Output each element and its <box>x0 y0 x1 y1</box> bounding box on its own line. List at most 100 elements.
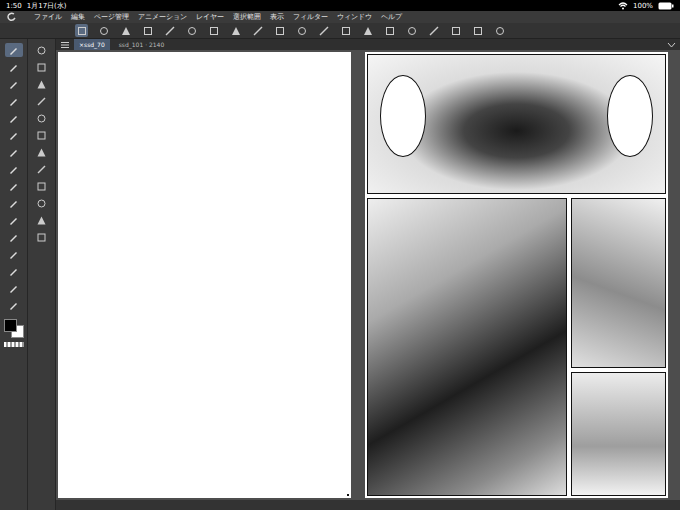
sub-tool-icon <box>36 113 47 124</box>
tool-button[interactable] <box>5 94 23 108</box>
command-button[interactable] <box>119 24 132 37</box>
command-icon <box>165 26 175 36</box>
tool-button[interactable] <box>5 264 23 278</box>
sub-tool-button[interactable] <box>33 230 51 244</box>
bottom-bar <box>56 500 680 510</box>
page-spread <box>56 50 680 500</box>
chevron-down-icon[interactable] <box>667 42 676 48</box>
tool-icon <box>8 130 19 141</box>
sub-tool-button[interactable] <box>33 196 51 210</box>
command-button[interactable] <box>493 24 506 37</box>
tool-icon <box>8 232 19 243</box>
tool-button[interactable] <box>5 60 23 74</box>
menu-item[interactable]: ファイル <box>34 12 62 22</box>
sub-tool-button[interactable] <box>33 43 51 57</box>
sub-tool-button[interactable] <box>33 60 51 74</box>
tool-button[interactable] <box>5 230 23 244</box>
command-icon <box>385 26 395 36</box>
document-tab[interactable]: ×ssd_70 <box>74 39 110 50</box>
sub-tool-icon <box>36 232 47 243</box>
menu-item[interactable]: 選択範囲 <box>233 12 261 22</box>
main-color-swatch[interactable] <box>4 319 17 332</box>
tool-button[interactable] <box>5 213 23 227</box>
command-icon <box>407 26 417 36</box>
sub-tool-icon <box>36 181 47 192</box>
tool-button[interactable] <box>5 162 23 176</box>
menu-item[interactable]: ページ管理 <box>94 12 129 22</box>
menu-icon[interactable] <box>60 41 70 49</box>
sub-tool-button[interactable] <box>33 179 51 193</box>
command-button[interactable] <box>75 24 88 37</box>
command-button[interactable] <box>449 24 462 37</box>
tool-button[interactable] <box>5 111 23 125</box>
tool-button[interactable] <box>5 77 23 91</box>
tool-icon <box>8 266 19 277</box>
command-icon <box>363 26 373 36</box>
tool-button[interactable] <box>5 298 23 312</box>
tool-icon <box>8 181 19 192</box>
speech-bubble <box>607 75 653 157</box>
menu-item[interactable]: 表示 <box>270 12 284 22</box>
command-icon <box>253 26 263 36</box>
command-icon <box>187 26 197 36</box>
menu-item[interactable]: フィルター <box>293 12 328 22</box>
command-button[interactable] <box>251 24 264 37</box>
tool-button[interactable] <box>5 196 23 210</box>
tool-icon <box>8 215 19 226</box>
tool-icon <box>8 45 19 56</box>
sub-tool-button[interactable] <box>33 145 51 159</box>
battery-icon <box>658 2 674 10</box>
command-button[interactable] <box>427 24 440 37</box>
command-button[interactable] <box>339 24 352 37</box>
color-swatches[interactable] <box>4 319 24 337</box>
menu-item[interactable]: レイヤー <box>196 12 224 22</box>
tool-button[interactable] <box>5 128 23 142</box>
command-button[interactable] <box>295 24 308 37</box>
command-button[interactable] <box>163 24 176 37</box>
tool-icon <box>8 113 19 124</box>
command-button[interactable] <box>383 24 396 37</box>
tool-button[interactable] <box>5 179 23 193</box>
command-bar <box>0 23 680 39</box>
command-button[interactable] <box>273 24 286 37</box>
sub-tool-button[interactable] <box>33 162 51 176</box>
menu-item[interactable]: 編集 <box>71 12 85 22</box>
sub-tool-button[interactable] <box>33 213 51 227</box>
tool-palette <box>0 39 28 510</box>
menu-item[interactable]: ヘルプ <box>381 12 402 22</box>
command-button[interactable] <box>185 24 198 37</box>
command-button[interactable] <box>471 24 484 37</box>
manga-panel <box>571 198 666 368</box>
tool-button[interactable] <box>5 145 23 159</box>
status-time: 1:50 <box>6 2 22 10</box>
sub-tool-icon <box>36 79 47 90</box>
manga-panel <box>367 198 567 496</box>
tool-button[interactable] <box>5 43 23 57</box>
canvas-area: ×ssd_70 ssd_101 · 2140 <box>56 39 680 510</box>
sub-tool-button[interactable] <box>33 94 51 108</box>
command-button[interactable] <box>405 24 418 37</box>
tool-icon <box>8 147 19 158</box>
manga-page <box>365 52 668 498</box>
command-button[interactable] <box>141 24 154 37</box>
menu-item[interactable]: アニメーション <box>138 12 187 22</box>
manga-panel <box>367 54 666 194</box>
sub-tool-button[interactable] <box>33 77 51 91</box>
sub-tool-button[interactable] <box>33 111 51 125</box>
transparent-color-swatch[interactable] <box>4 342 24 347</box>
command-button[interactable] <box>97 24 110 37</box>
document-tab[interactable]: ssd_101 · 2140 <box>114 39 170 50</box>
tool-button[interactable] <box>5 247 23 261</box>
app-logo-icon[interactable] <box>6 12 17 22</box>
speech-bubble <box>380 75 426 157</box>
command-button[interactable] <box>229 24 242 37</box>
command-button[interactable] <box>317 24 330 37</box>
command-button[interactable] <box>207 24 220 37</box>
tool-button[interactable] <box>5 281 23 295</box>
menu-item[interactable]: ウィンドウ <box>337 12 372 22</box>
command-button[interactable] <box>361 24 374 37</box>
command-icon <box>495 26 505 36</box>
battery-level: 100% <box>633 2 653 10</box>
sub-tool-icon <box>36 62 47 73</box>
sub-tool-button[interactable] <box>33 128 51 142</box>
